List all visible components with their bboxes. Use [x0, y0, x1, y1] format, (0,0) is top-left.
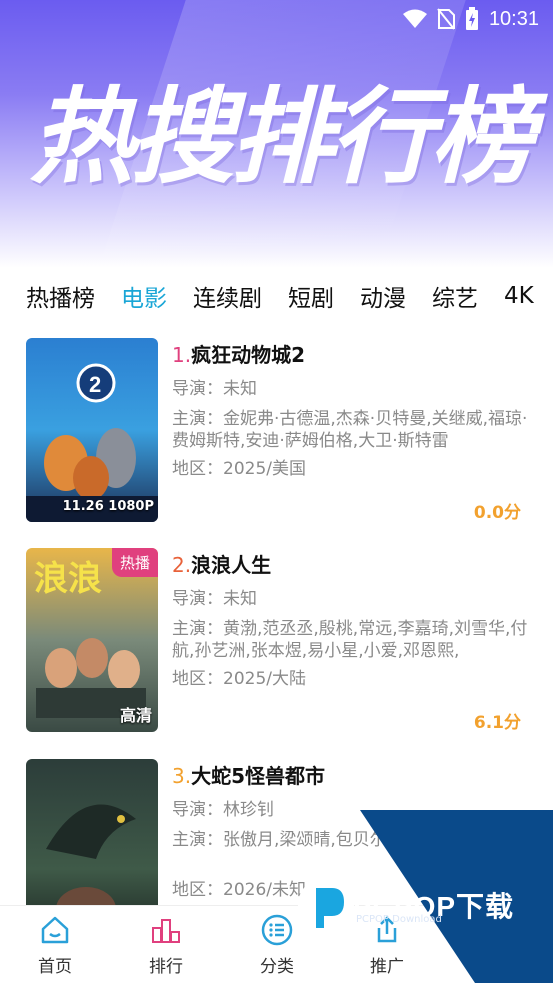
hot-badge: 热播 — [111, 548, 158, 577]
home-icon — [41, 916, 69, 944]
poster-caption: 11.26 1080P — [62, 499, 154, 514]
status-bar: 10:31 — [402, 6, 539, 32]
poster-image[interactable]: 浪浪 热播 高清 — [26, 548, 158, 732]
tab-movie[interactable]: 电影 — [121, 279, 167, 313]
page-title: 热搜排行榜 — [30, 80, 534, 196]
score-text: 6.1分 — [473, 713, 521, 733]
watermark-subtext: PCPOP Download — [356, 914, 442, 925]
status-time: 10:31 — [488, 7, 539, 30]
svg-text:浪浪: 浪浪 — [34, 559, 102, 599]
battery-icon — [465, 7, 478, 30]
hd-badge: 高清 — [119, 706, 152, 725]
rank-number: 1. — [172, 343, 192, 367]
tab-4k[interactable]: 4K — [504, 283, 534, 309]
director-text: 导演：未知 — [172, 379, 257, 399]
movie-title: 疯狂动物城2 — [191, 343, 306, 367]
movie-title: 大蛇5怪兽都市 — [191, 764, 326, 788]
nav-home-label: 首页 — [38, 957, 72, 977]
ranking-icon — [152, 919, 180, 943]
item-info: 2.浪浪人生 导演：未知 主演：黄渤,范丞丞,殷桃,常远,李嘉琦,刘雪华,付航,… — [172, 548, 532, 690]
poster-image[interactable]: 2 11.26 1080P — [26, 338, 158, 522]
wifi-icon — [402, 9, 427, 28]
nav-category-label: 分类 — [260, 957, 294, 977]
category-tabs: 热播榜 电影 连续剧 短剧 动漫 综艺 4K — [0, 276, 553, 316]
nav-category[interactable]: 分类 — [237, 914, 317, 977]
tab-short-drama[interactable]: 短剧 — [288, 279, 334, 313]
rank-number: 3. — [172, 764, 192, 788]
director-text: 导演：未知 — [172, 589, 257, 609]
tab-series[interactable]: 连续剧 — [193, 279, 262, 313]
hero-header: 10:31 热搜排行榜 — [0, 0, 553, 268]
rank-number: 2. — [172, 553, 192, 577]
item-title[interactable]: 3.大蛇5怪兽都市 — [172, 759, 532, 793]
list-item[interactable]: 浪浪 热播 高清 2.浪浪人生 导演：未知 主演：黄渤,范丞丞,殷桃,常远,李嘉… — [0, 548, 553, 734]
item-info: 3.大蛇5怪兽都市 导演：林珍钊 主演：张傲月,梁颂晴,包贝尔,苑琼丹,石兆琪 … — [172, 759, 532, 901]
no-sim-icon — [437, 8, 455, 30]
region-text: 地区：2025/美国 — [172, 459, 306, 479]
director-text: 导演：林珍钊 — [172, 800, 274, 820]
category-list-icon — [261, 914, 293, 946]
cast-text: 主演：张傲月,梁颂晴,包贝尔,苑琼丹,石兆琪 — [172, 830, 500, 850]
svg-text:2: 2 — [89, 372, 101, 397]
nav-ranking-label: 排行 — [149, 957, 183, 977]
tab-hot[interactable]: 热播榜 — [26, 279, 95, 313]
item-info: 1.疯狂动物城2 导演：未知 主演：金妮弗·古德温,杰森·贝特曼,关继威,福琼·… — [172, 338, 532, 480]
list-item[interactable]: 2 11.26 1080P 1.疯狂动物城2 导演：未知 主演：金妮弗·古德温,… — [0, 338, 553, 524]
tab-anime[interactable]: 动漫 — [360, 279, 406, 313]
cast-text: 主演：黄渤,范丞丞,殷桃,常远,李嘉琦,刘雪华,付航,孙艺洲,张本煜,易小星,小… — [172, 619, 528, 661]
nav-promote-label: 推广 — [370, 957, 404, 977]
region-text: 地区：2025/大陆 — [172, 669, 306, 689]
nav-home[interactable]: 首页 — [15, 914, 95, 977]
movie-title: 浪浪人生 — [191, 553, 272, 577]
tab-variety[interactable]: 综艺 — [432, 279, 478, 313]
item-title[interactable]: 1.疯狂动物城2 — [172, 338, 532, 372]
item-title[interactable]: 2.浪浪人生 — [172, 548, 532, 582]
cast-text: 主演：金妮弗·古德温,杰森·贝特曼,关继威,福琼·费姆斯特,安迪·萨姆伯格,大卫… — [172, 409, 528, 451]
nav-ranking[interactable]: 排行 — [126, 914, 206, 977]
score-text: 0.0分 — [473, 503, 521, 523]
